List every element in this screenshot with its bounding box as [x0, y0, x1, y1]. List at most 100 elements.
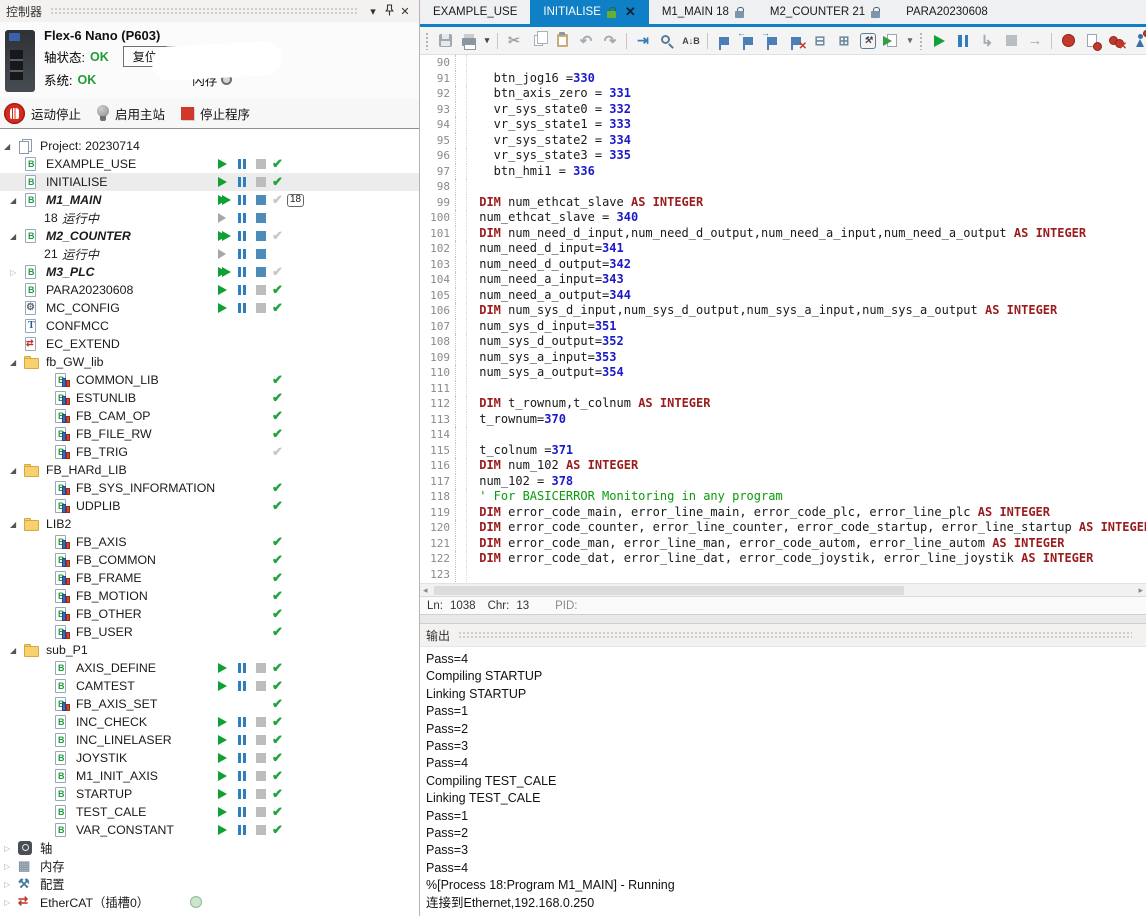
breakpoint-clear-icon[interactable]: ✕ [1104, 28, 1128, 54]
scroll-right-icon[interactable]: ▸ [1138, 584, 1143, 596]
tree-item-udplib[interactable]: BUDPLIB✔ [0, 497, 419, 515]
outline-collapse-icon[interactable]: ⊟ [808, 28, 832, 54]
tree-item-test-cale[interactable]: BTEST_CALE✔ [0, 803, 419, 821]
tree-item-sub-p1[interactable]: ◢sub_P1 [0, 641, 419, 659]
find-in-file-icon[interactable] [655, 28, 679, 54]
save-icon[interactable] [433, 28, 457, 54]
print-icon[interactable] [457, 28, 481, 54]
bookmark-clear-icon[interactable]: ✕ [784, 28, 808, 54]
expander-open-icon[interactable]: ◢ [4, 142, 18, 151]
tree-item-fb-user[interactable]: BFB_USER✔ [0, 623, 419, 641]
stop-program-button[interactable]: 停止程序 [181, 104, 250, 123]
tree-item-fb-frame[interactable]: BFB_FRAME✔ [0, 569, 419, 587]
tree-item-inc-linelaser[interactable]: BINC_LINELASER✔ [0, 731, 419, 749]
tree-item-startup[interactable]: BSTARTUP✔ [0, 785, 419, 803]
panel-divider[interactable] [420, 614, 1146, 624]
tab-m1-main-18[interactable]: M1_MAIN 18 [649, 0, 757, 24]
tab-close-icon[interactable]: ✕ [625, 4, 636, 20]
copy-icon[interactable] [526, 28, 550, 54]
tree-item-project[interactable]: ◢Project: 20230714 [0, 137, 419, 155]
tree-item-initialise[interactable]: BINITIALISE✔ [0, 173, 419, 191]
tree-item-example-use[interactable]: BEXAMPLE_USE✔ [0, 155, 419, 173]
bookmark-prev-icon[interactable]: ← [736, 28, 760, 54]
expander-open-icon[interactable]: ◢ [10, 646, 24, 655]
tree-item-fb-common[interactable]: BFB_COMMON✔ [0, 551, 419, 569]
goto-line-icon[interactable]: ⇥ [631, 28, 655, 54]
tree-item-fb-file-rw[interactable]: BFB_FILE_RW✔ [0, 425, 419, 443]
bookmark-toggle-icon[interactable] [712, 28, 736, 54]
tree-item-m2-process-21[interactable]: 21运行中 [0, 245, 419, 263]
undo-icon[interactable]: ↶ [574, 28, 598, 54]
expander-open-icon[interactable]: ◢ [10, 520, 24, 529]
run-program-icon[interactable] [927, 28, 951, 54]
tree-item-fb-hard-lib[interactable]: ◢FB_HARd_LIB [0, 461, 419, 479]
expander-open-icon[interactable]: ◢ [10, 196, 24, 205]
tree-item-common-lib[interactable]: BCOMMON_LIB✔ [0, 371, 419, 389]
tree-item-inc-check[interactable]: BINC_CHECK✔ [0, 713, 419, 731]
code-editor[interactable]: 9091 btn_jog16 =33092 btn_axis_zero = 33… [420, 55, 1146, 583]
tree-item-camtest[interactable]: BCAMTEST✔ [0, 677, 419, 695]
tree-item-var-constant[interactable]: BVAR_CONSTANT✔ [0, 821, 419, 839]
tree-item-m2-counter[interactable]: ◢BM2_COUNTER✔ [0, 227, 419, 245]
tree-item-lib2[interactable]: ◢LIB2 [0, 515, 419, 533]
horizontal-scrollbar[interactable]: ◂ ▸ [420, 583, 1146, 596]
download-to-controller-icon[interactable] [880, 28, 904, 54]
scroll-left-icon[interactable]: ◂ [423, 584, 428, 596]
tree-item-fb-other[interactable]: BFB_OTHER✔ [0, 605, 419, 623]
scrollbar-thumb[interactable] [434, 586, 904, 595]
tree-item-m1-init-axis[interactable]: BM1_INIT_AXIS✔ [0, 767, 419, 785]
tree-item-m1-process-18[interactable]: 18运行中 [0, 209, 419, 227]
expander-closed-icon[interactable]: ▷ [4, 844, 18, 853]
tree-item-fb-cam-op[interactable]: BFB_CAM_OP✔ [0, 407, 419, 425]
redo-icon[interactable]: ↷ [598, 28, 622, 54]
tab-initialise[interactable]: INITIALISE✕ [530, 0, 648, 24]
tree-item-fb-sys-information[interactable]: BFB_SYS_INFORMATION✔ [0, 479, 419, 497]
stop-run-icon[interactable] [999, 28, 1023, 54]
panel-pin-icon[interactable] [381, 4, 397, 19]
tree-item-fb-axis[interactable]: BFB_AXIS✔ [0, 533, 419, 551]
tree-item-axis-define[interactable]: BAXIS_DEFINE✔ [0, 659, 419, 677]
tree-item-fb-gw-lib[interactable]: ◢fb_GW_lib [0, 353, 419, 371]
cut-icon[interactable]: ✂ [502, 28, 526, 54]
expander-open-icon[interactable]: ◢ [10, 466, 24, 475]
tab-m2-counter-21[interactable]: M2_COUNTER 21 [757, 0, 893, 24]
tree-item-memory[interactable]: ▷▦内存 [0, 857, 419, 875]
step-into-icon[interactable]: ↳ [975, 28, 999, 54]
expander-closed-icon[interactable]: ▷ [4, 862, 18, 871]
tree-item-ec-extend[interactable]: ⇄EC_EXTEND [0, 335, 419, 353]
outline-expand-icon[interactable]: ⊞ [832, 28, 856, 54]
tree-item-config[interactable]: ▷⚒配置 [0, 875, 419, 893]
compile-options-icon[interactable]: ⚒ [856, 28, 880, 54]
step-over-icon[interactable]: → [1023, 28, 1047, 54]
tree-item-fb-motion[interactable]: BFB_MOTION✔ [0, 587, 419, 605]
tree-item-m1-main[interactable]: ◢BM1_MAIN✔18 [0, 191, 419, 209]
expander-open-icon[interactable]: ◢ [10, 232, 24, 241]
tree-item-mc-config[interactable]: ⚙MC_CONFIG✔ [0, 299, 419, 317]
tree-item-estunlib[interactable]: BESTUNLIB✔ [0, 389, 419, 407]
sort-az-icon[interactable]: A↓B [679, 28, 703, 54]
motion-stop-button[interactable]: 运动停止 [4, 103, 81, 124]
tree-item-axes[interactable]: ▷轴 [0, 839, 419, 857]
breakpoint-toggle-icon[interactable] [1056, 28, 1080, 54]
panel-close-icon[interactable]: ✕ [397, 5, 413, 18]
tree-item-joystik[interactable]: BJOYSTIK✔ [0, 749, 419, 767]
tab-example-use[interactable]: EXAMPLE_USE [420, 0, 530, 24]
breakpoint-list-icon[interactable] [1080, 28, 1104, 54]
paste-icon[interactable] [550, 28, 574, 54]
pause-program-icon[interactable] [951, 28, 975, 54]
expander-open-icon[interactable]: ◢ [10, 358, 24, 367]
expander-closed-icon[interactable]: ▷ [4, 880, 18, 889]
expander-closed-icon[interactable]: ▷ [4, 898, 18, 907]
tab-para20230608[interactable]: PARA20230608 [893, 0, 1001, 24]
tree-item-fb-axis-set[interactable]: BFB_AXIS_SET✔ [0, 695, 419, 713]
print-arrow-icon[interactable]: ▾ [481, 28, 493, 54]
tree-item-confmcc[interactable]: TCONFMCC [0, 317, 419, 335]
overflow-icon[interactable]: ▾ [904, 28, 916, 54]
tree-item-para20230608[interactable]: BPARA20230608✔ [0, 281, 419, 299]
enable-master-button[interactable]: 启用主站 [97, 104, 165, 123]
bookmark-next-icon[interactable]: → [760, 28, 784, 54]
tree-item-m3-plc[interactable]: ▷BM3_PLC✔ [0, 263, 419, 281]
panel-dropdown-icon[interactable]: ▾ [365, 5, 381, 18]
tree-item-ethercat[interactable]: ▷⇄EtherCAT（插槽0） [0, 893, 419, 911]
expander-closed-icon[interactable]: ▷ [10, 268, 24, 277]
